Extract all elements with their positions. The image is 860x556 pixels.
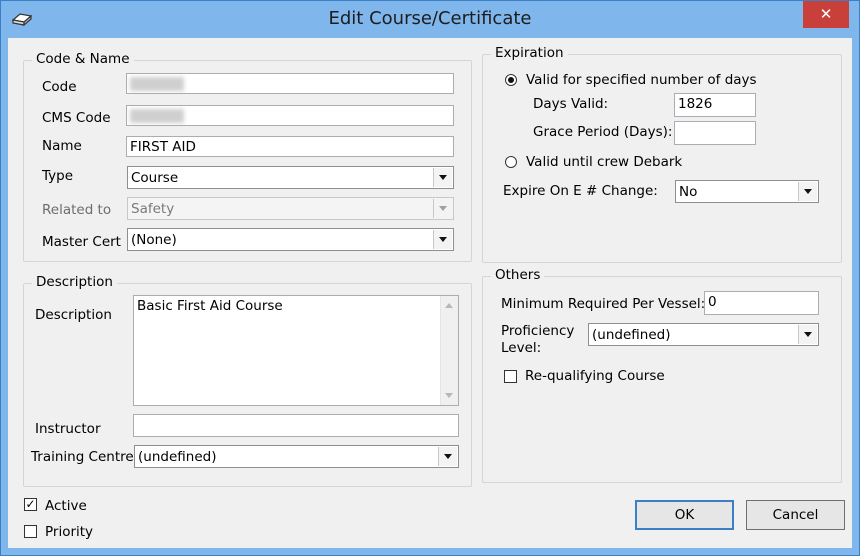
grace-period-label: Grace Period (Days): xyxy=(533,124,673,140)
active-checkbox[interactable]: ✓ xyxy=(24,498,37,511)
proficiency-dropdown[interactable]: (undefined) xyxy=(588,323,819,346)
valid-days-label[interactable]: Valid for specified number of days xyxy=(526,72,757,88)
expire-on-change-label: Expire On E # Change: xyxy=(503,183,658,199)
description-legend: Description xyxy=(32,274,117,290)
name-label: Name xyxy=(42,138,82,154)
instructor-label: Instructor xyxy=(35,421,101,437)
chevron-down-icon[interactable] xyxy=(798,325,817,344)
ok-button[interactable]: OK xyxy=(635,500,734,530)
scroll-down-icon xyxy=(445,393,453,398)
valid-debark-label[interactable]: Valid until crew Debark xyxy=(526,154,682,170)
valid-debark-radio[interactable] xyxy=(505,156,517,168)
cancel-button[interactable]: Cancel xyxy=(746,500,845,530)
cms-code-label: CMS Code xyxy=(42,110,111,126)
master-cert-label: Master Cert xyxy=(42,234,121,250)
description-label: Description xyxy=(35,307,112,323)
window-title: Edit Course/Certificate xyxy=(328,8,532,29)
requalifying-label[interactable]: Re-qualifying Course xyxy=(525,368,665,384)
training-centre-label: Training Centre xyxy=(31,449,134,465)
proficiency-label: Proficiency xyxy=(501,323,575,339)
others-legend: Others xyxy=(491,267,545,283)
training-centre-dropdown[interactable]: (undefined) xyxy=(134,445,459,468)
code-label: Code xyxy=(42,79,77,95)
requalifying-checkbox[interactable] xyxy=(504,370,517,383)
min-required-field[interactable]: 0 xyxy=(704,291,819,315)
name-field[interactable]: FIRST AID xyxy=(126,136,454,157)
chevron-down-icon xyxy=(433,199,452,218)
chevron-down-icon[interactable] xyxy=(433,230,452,249)
min-required-label: Minimum Required Per Vessel: xyxy=(501,296,706,312)
master-cert-dropdown[interactable]: (None) xyxy=(127,228,454,251)
grace-period-field[interactable] xyxy=(674,121,756,145)
proficiency-label-line2: Level: xyxy=(501,340,542,356)
type-dropdown[interactable]: Course xyxy=(127,166,454,189)
related-dropdown: Safety xyxy=(127,197,454,220)
related-label: Related to xyxy=(42,202,112,218)
code-name-legend: Code & Name xyxy=(32,51,134,67)
dialog-body: Code & Name Code CMS Code Name FIRST AID… xyxy=(8,38,852,548)
chevron-down-icon[interactable] xyxy=(433,168,452,187)
cms-code-field[interactable] xyxy=(126,105,454,126)
title-bar: Edit Course/Certificate ✕ xyxy=(1,1,859,38)
valid-days-radio[interactable] xyxy=(505,74,517,86)
priority-label[interactable]: Priority xyxy=(45,524,93,540)
priority-checkbox[interactable] xyxy=(24,525,37,538)
redacted-value xyxy=(130,77,184,91)
days-valid-field[interactable]: 1826 xyxy=(674,93,756,117)
active-label[interactable]: Active xyxy=(45,498,87,514)
description-textarea[interactable]: Basic First Aid Course xyxy=(133,295,459,406)
chevron-down-icon[interactable] xyxy=(798,182,817,201)
expiration-legend: Expiration xyxy=(491,45,568,61)
expire-on-change-dropdown[interactable]: No xyxy=(675,180,819,203)
code-field[interactable] xyxy=(126,73,454,94)
scroll-up-icon xyxy=(445,303,453,308)
description-scrollbar[interactable] xyxy=(440,296,458,405)
instructor-field[interactable] xyxy=(133,414,459,437)
close-icon: ✕ xyxy=(819,5,833,23)
close-button[interactable]: ✕ xyxy=(803,1,849,28)
days-valid-label: Days Valid: xyxy=(533,96,609,112)
chevron-down-icon[interactable] xyxy=(438,447,457,466)
type-label: Type xyxy=(42,168,74,184)
redacted-value xyxy=(130,109,184,123)
dialog-window: Edit Course/Certificate ✕ Code & Name Co… xyxy=(0,0,860,556)
